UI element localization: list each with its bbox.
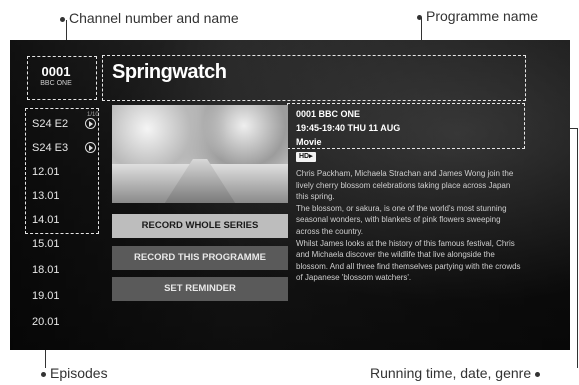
episode-item[interactable]: 13.01 xyxy=(32,184,96,208)
episode-item[interactable]: S24 E3 xyxy=(32,136,96,160)
episode-item[interactable]: 12.01 xyxy=(32,160,96,184)
play-circle-icon xyxy=(85,118,96,129)
info-genre: Movie xyxy=(296,137,322,147)
thumbnail-path xyxy=(164,158,236,203)
channel-number: 0001 xyxy=(41,64,71,79)
callout-dot xyxy=(41,371,46,377)
description-paragraph: Whilst James looks at the history of thi… xyxy=(296,238,521,283)
callout-dot xyxy=(60,16,65,22)
callout-running: Running time, date, genre xyxy=(370,365,541,381)
play-circle-icon xyxy=(85,142,96,153)
record-programme-button[interactable]: RECORD THIS PROGRAMME xyxy=(112,246,288,270)
info-channel: 0001 BBC ONE xyxy=(296,109,361,119)
description-paragraph: Chris Packham, Michaela Strachan and Jam… xyxy=(296,169,514,202)
callout-programme: Programme name xyxy=(417,8,538,24)
channel-name: BBC ONE xyxy=(40,80,72,87)
episode-item[interactable]: S24 E2 xyxy=(32,112,96,136)
set-reminder-button[interactable]: SET REMINDER xyxy=(112,277,288,301)
hd-badge: HD▸ xyxy=(296,152,316,162)
episode-item[interactable]: 20.01 xyxy=(32,310,96,334)
description-paragraph: The blossom, or sakura, is one of the wo… xyxy=(296,203,507,236)
record-series-button[interactable]: RECORD WHOLE SERIES xyxy=(112,214,288,238)
thumbnail-trees xyxy=(112,105,288,164)
episode-item[interactable]: 14.01 xyxy=(32,208,96,232)
episode-item[interactable]: 18.01 xyxy=(32,258,96,282)
programme-thumbnail xyxy=(112,105,288,203)
callout-episodes: Episodes xyxy=(41,365,108,381)
callout-leader xyxy=(577,128,578,368)
episode-item[interactable]: 15.01 xyxy=(32,232,96,256)
programme-description: Chris Packham, Michaela Strachan and Jam… xyxy=(296,168,524,284)
callout-dot xyxy=(535,371,541,377)
programme-title: Springwatch xyxy=(112,61,227,83)
callout-channel: Channel number and name xyxy=(60,10,239,26)
episode-item[interactable]: 19.01 xyxy=(32,284,96,308)
info-time: 19:45-19:40 THU 11 AUG xyxy=(296,123,401,133)
